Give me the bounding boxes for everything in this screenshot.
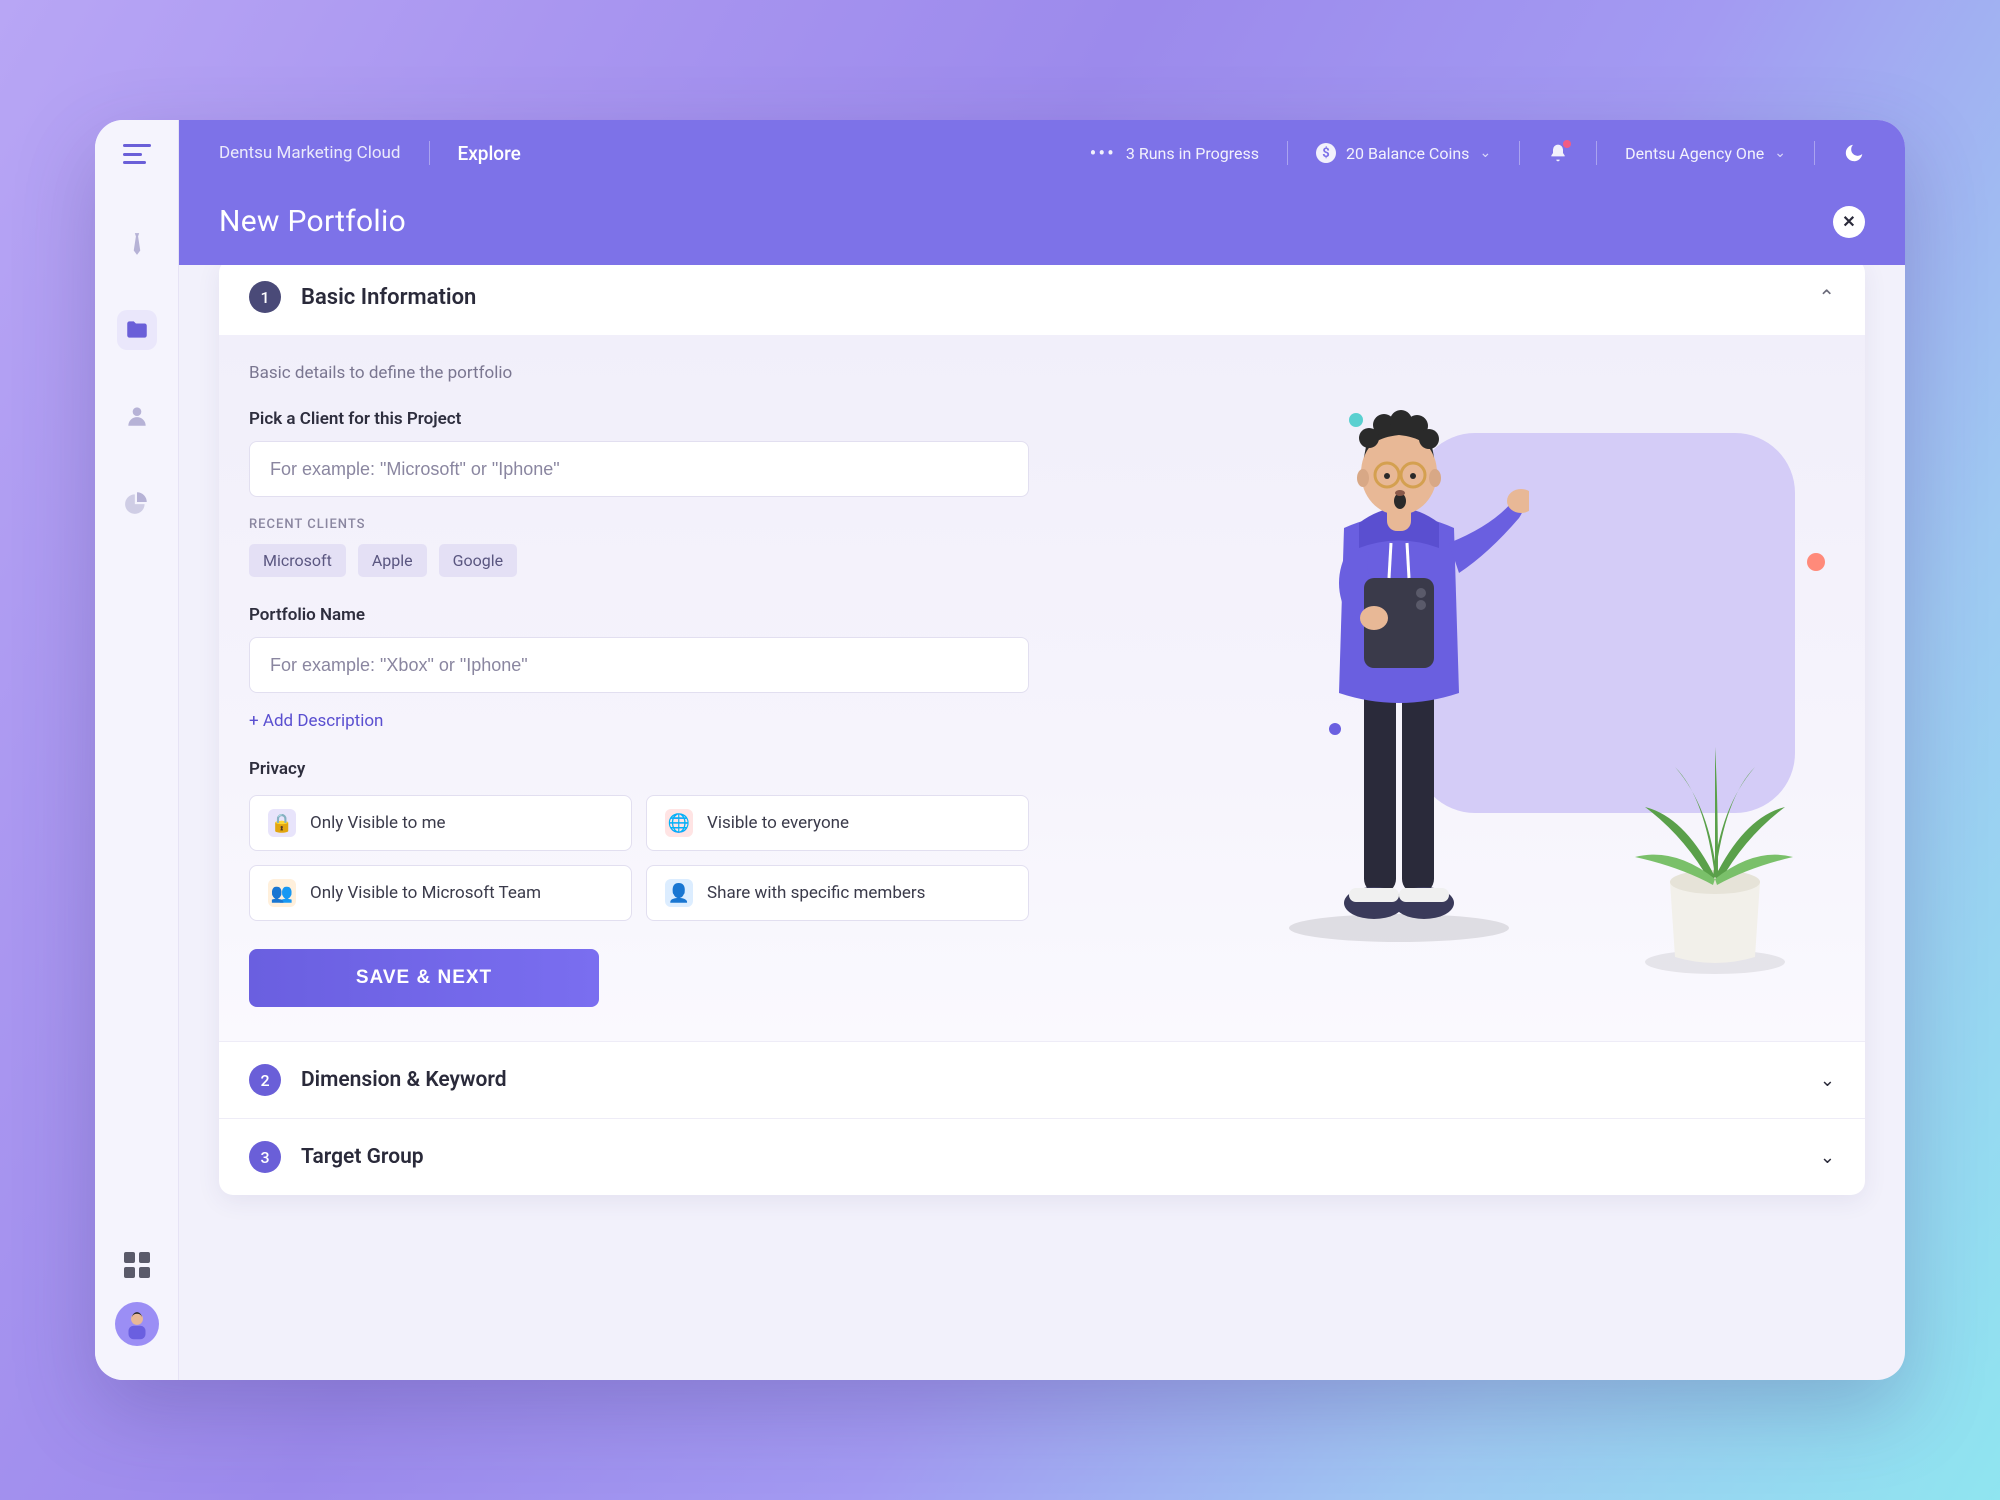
- app-window: Dentsu Marketing Cloud Explore ••• 3 Run…: [95, 120, 1905, 1380]
- person-icon[interactable]: [117, 396, 157, 436]
- coins-label: 20 Balance Coins: [1346, 144, 1469, 163]
- section-subtext: Basic details to define the portfolio: [249, 363, 1029, 383]
- main: Dentsu Marketing Cloud Explore ••• 3 Run…: [179, 120, 1905, 1380]
- menu-icon[interactable]: [123, 144, 151, 164]
- section-basic-header[interactable]: 1 Basic Information ⌃: [219, 265, 1865, 335]
- section-title: Basic Information: [301, 285, 1798, 310]
- team-icon: 👥: [268, 879, 296, 907]
- divider: [429, 141, 430, 165]
- portfolio-name-input[interactable]: [249, 637, 1029, 693]
- illustration: [1089, 363, 1835, 1007]
- privacy-label-text: Only Visible to me: [310, 813, 446, 833]
- privacy-only-me[interactable]: 🔒 Only Visible to me: [249, 795, 632, 851]
- topbar: Dentsu Marketing Cloud Explore ••• 3 Run…: [179, 120, 1905, 186]
- notification-dot: [1563, 140, 1571, 148]
- privacy-label-text: Only Visible to Microsoft Team: [310, 883, 541, 903]
- close-button[interactable]: ✕: [1833, 206, 1865, 238]
- theme-toggle[interactable]: [1843, 142, 1865, 164]
- privacy-everyone[interactable]: 🌐 Visible to everyone: [646, 795, 1029, 851]
- chevron-down-icon: ⌄: [1820, 1147, 1835, 1168]
- chevron-down-icon: ⌄: [1774, 145, 1786, 161]
- section-target-header[interactable]: 3 Target Group ⌄: [219, 1118, 1865, 1195]
- client-input[interactable]: [249, 441, 1029, 497]
- runs-status[interactable]: ••• 3 Runs in Progress: [1090, 141, 1259, 165]
- divider: [1519, 141, 1520, 165]
- recent-clients: Microsoft Apple Google: [249, 544, 1029, 577]
- apps-icon[interactable]: [124, 1252, 150, 1278]
- add-description-link[interactable]: + Add Description: [249, 711, 1029, 731]
- client-label: Pick a Client for this Project: [249, 409, 1029, 429]
- globe-icon: 🌐: [665, 809, 693, 837]
- chip-google[interactable]: Google: [439, 544, 518, 577]
- explore-link[interactable]: Explore: [458, 142, 521, 165]
- chip-apple[interactable]: Apple: [358, 544, 427, 577]
- avatar[interactable]: [115, 1302, 159, 1346]
- dots-icon: •••: [1090, 141, 1116, 165]
- plant-illustration: [1615, 737, 1795, 977]
- page-header: New Portfolio ✕: [179, 186, 1905, 265]
- step-badge: 1: [249, 281, 281, 313]
- section-basic-body: Basic details to define the portfolio Pi…: [219, 335, 1865, 1041]
- privacy-specific[interactable]: 👤 Share with specific members: [646, 865, 1029, 921]
- tie-icon[interactable]: [117, 224, 157, 264]
- agency-dropdown[interactable]: Dentsu Agency One ⌄: [1625, 144, 1786, 163]
- chevron-up-icon: ⌃: [1818, 285, 1835, 309]
- lock-icon: 🔒: [268, 809, 296, 837]
- agency-label: Dentsu Agency One: [1625, 144, 1764, 163]
- notifications-button[interactable]: [1548, 143, 1568, 163]
- share-icon: 👤: [665, 879, 693, 907]
- folder-icon[interactable]: [117, 310, 157, 350]
- divider: [1596, 141, 1597, 165]
- person-illustration: [1269, 383, 1529, 943]
- chip-microsoft[interactable]: Microsoft: [249, 544, 346, 577]
- pie-chart-icon[interactable]: [117, 482, 157, 522]
- step-badge: 2: [249, 1064, 281, 1096]
- chevron-down-icon: ⌄: [1820, 1070, 1835, 1091]
- privacy-options: 🔒 Only Visible to me 🌐 Visible to everyo…: [249, 795, 1029, 921]
- content: 1 Basic Information ⌃ Basic details to d…: [179, 265, 1905, 1380]
- divider: [1287, 141, 1288, 165]
- step-badge: 3: [249, 1141, 281, 1173]
- runs-label: 3 Runs in Progress: [1126, 144, 1259, 163]
- privacy-label: Privacy: [249, 759, 1029, 779]
- page-title: New Portfolio: [219, 204, 406, 239]
- chevron-down-icon: ⌄: [1479, 145, 1491, 161]
- section-dimension-header[interactable]: 2 Dimension & Keyword ⌄: [219, 1041, 1865, 1118]
- section-title: Dimension & Keyword: [301, 1068, 1800, 1092]
- save-next-button[interactable]: SAVE & NEXT: [249, 949, 599, 1007]
- sidebar: [95, 120, 179, 1380]
- privacy-label-text: Share with specific members: [707, 883, 925, 903]
- coin-icon: $: [1316, 143, 1336, 163]
- divider: [1814, 141, 1815, 165]
- coins-balance[interactable]: $ 20 Balance Coins ⌄: [1316, 143, 1491, 163]
- portfolio-name-label: Portfolio Name: [249, 605, 1029, 625]
- privacy-label-text: Visible to everyone: [707, 813, 849, 833]
- form-card: 1 Basic Information ⌃ Basic details to d…: [219, 265, 1865, 1195]
- brand-label: Dentsu Marketing Cloud: [219, 143, 401, 163]
- privacy-team[interactable]: 👥 Only Visible to Microsoft Team: [249, 865, 632, 921]
- close-icon: ✕: [1842, 212, 1855, 231]
- section-title: Target Group: [301, 1145, 1800, 1169]
- recent-clients-label: RECENT CLIENTS: [249, 517, 1029, 532]
